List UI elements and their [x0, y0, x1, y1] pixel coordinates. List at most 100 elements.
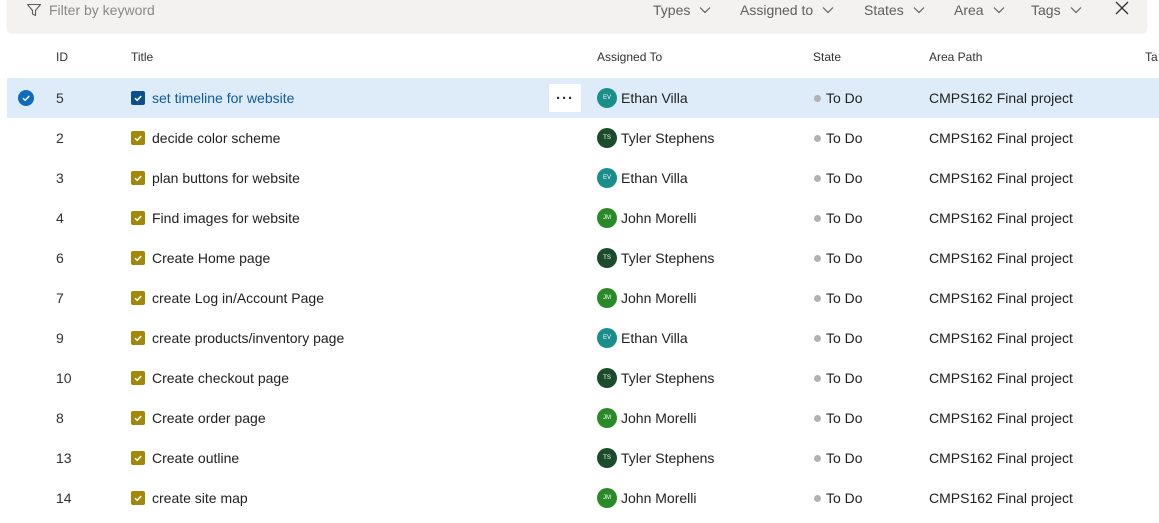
row-title-link[interactable]: plan buttons for website: [152, 170, 300, 186]
table-row[interactable]: 4 Find images for website JM John Morelli To…: [7, 198, 1159, 238]
row-area-path: CMPS162 Final project: [929, 250, 1073, 266]
area-filter-dropdown[interactable]: Area: [954, 0, 1005, 20]
tags-filter-dropdown[interactable]: Tags: [1031, 0, 1082, 20]
assigned-name: John Morelli: [621, 290, 697, 306]
table-row[interactable]: 8 Create order page JM John Morelli To Do CMP…: [7, 398, 1159, 438]
row-title-link[interactable]: Create Home page: [152, 250, 270, 266]
state-dot-icon: [814, 454, 821, 462]
row-title-cell[interactable]: create Log in/Account Page: [131, 278, 324, 318]
task-checkbox-icon: [131, 331, 145, 345]
row-title-cell[interactable]: set timeline for website: [131, 78, 294, 118]
row-state-cell: To Do: [814, 358, 863, 398]
row-id: 9: [56, 330, 64, 346]
table-row[interactable]: 3 plan buttons for website EV Ethan Villa To…: [7, 158, 1159, 198]
row-area-path: CMPS162 Final project: [929, 170, 1073, 186]
row-title-link[interactable]: Create outline: [152, 450, 239, 466]
table-row[interactable]: 5 set timeline for website ··· EV Ethan Vill…: [7, 78, 1159, 118]
row-area-path: CMPS162 Final project: [929, 330, 1073, 346]
row-title-link[interactable]: Create order page: [152, 410, 266, 426]
table-row[interactable]: 9 create products/inventory page EV Ethan V…: [7, 318, 1159, 358]
avatar: TS: [597, 248, 617, 268]
table-row[interactable]: 13 Create outline TS Tyler Stephens To Do CMP…: [7, 438, 1159, 478]
types-filter-dropdown[interactable]: Types: [653, 0, 711, 20]
row-title-link[interactable]: Create checkout page: [152, 370, 289, 386]
row-title-link[interactable]: set timeline for website: [152, 90, 294, 106]
row-assigned-cell: TS Tyler Stephens: [597, 358, 714, 398]
row-title-link[interactable]: decide color scheme: [152, 130, 280, 146]
filter-bar: Types Assigned to States Area Tags: [7, 0, 1147, 32]
row-area-path: CMPS162 Final project: [929, 210, 1073, 226]
assigned-name: Tyler Stephens: [621, 250, 715, 266]
types-filter-label: Types: [653, 2, 691, 18]
row-title-link[interactable]: Find images for website: [152, 210, 300, 226]
chevron-down-icon: [993, 7, 1005, 14]
state-label: To Do: [826, 250, 863, 266]
state-dot-icon: [814, 494, 821, 502]
row-title-link[interactable]: create Log in/Account Page: [152, 290, 324, 306]
table-row[interactable]: 10 Create checkout page TS Tyler Stephens To…: [7, 358, 1159, 398]
column-header-title[interactable]: Title: [131, 50, 153, 64]
state-dot-icon: [814, 94, 821, 102]
table-row[interactable]: 2 decide color scheme TS Tyler Stephens To D…: [7, 118, 1159, 158]
row-title-cell[interactable]: create site map: [131, 478, 248, 518]
table-row[interactable]: 14 create site map JM John Morelli To Do CMPS…: [7, 478, 1159, 518]
column-header-state[interactable]: State: [813, 50, 841, 64]
row-id: 2: [56, 130, 64, 146]
assigned-name: Tyler Stephens: [621, 370, 715, 386]
more-actions-button[interactable]: ···: [549, 84, 581, 112]
state-dot-icon: [814, 134, 821, 142]
row-title-link[interactable]: create site map: [152, 490, 248, 506]
task-checkbox-icon: [131, 251, 145, 265]
row-area-path: CMPS162 Final project: [929, 130, 1073, 146]
row-title-link[interactable]: create products/inventory page: [152, 330, 344, 346]
column-header-assigned[interactable]: Assigned To: [597, 50, 662, 64]
row-title-cell[interactable]: Create Home page: [131, 238, 270, 278]
state-dot-icon: [814, 414, 821, 422]
column-header-area[interactable]: Area Path: [929, 50, 982, 64]
row-assigned-cell: EV Ethan Villa: [597, 158, 688, 198]
state-label: To Do: [826, 90, 863, 106]
column-header-id[interactable]: ID: [56, 50, 68, 64]
row-title-cell[interactable]: decide color scheme: [131, 118, 280, 158]
row-title-cell[interactable]: Create checkout page: [131, 358, 289, 398]
assigned-name: Tyler Stephens: [621, 130, 715, 146]
keyword-filter-input[interactable]: [49, 0, 449, 22]
avatar: EV: [597, 328, 617, 348]
row-id: 13: [56, 450, 72, 466]
row-state-cell: To Do: [814, 398, 863, 438]
assigned-to-filter-dropdown[interactable]: Assigned to: [740, 0, 834, 20]
row-assigned-cell: EV Ethan Villa: [597, 318, 688, 358]
task-checkbox-icon: [131, 91, 145, 105]
chevron-down-icon: [822, 7, 834, 14]
row-title-cell[interactable]: Find images for website: [131, 198, 300, 238]
row-id: 7: [56, 290, 64, 306]
state-label: To Do: [826, 210, 863, 226]
row-id: 6: [56, 250, 64, 266]
table-row[interactable]: 6 Create Home page TS Tyler Stephens To Do CM…: [7, 238, 1159, 278]
tags-filter-label: Tags: [1031, 2, 1061, 18]
row-id: 5: [56, 90, 64, 106]
row-id: 8: [56, 410, 64, 426]
avatar: JM: [597, 488, 617, 508]
row-assigned-cell: JM John Morelli: [597, 398, 696, 438]
row-title-cell[interactable]: Create order page: [131, 398, 266, 438]
row-id: 14: [56, 490, 72, 506]
table-row[interactable]: 7 create Log in/Account Page JM John Morell…: [7, 278, 1159, 318]
column-header-tags[interactable]: Ta: [1145, 50, 1158, 64]
row-title-cell[interactable]: Create outline: [131, 438, 239, 478]
assigned-name: Ethan Villa: [621, 170, 688, 186]
row-title-cell[interactable]: plan buttons for website: [131, 158, 300, 198]
states-filter-dropdown[interactable]: States: [864, 0, 925, 20]
row-assigned-cell: JM John Morelli: [597, 478, 696, 518]
row-area-path: CMPS162 Final project: [929, 370, 1073, 386]
row-assigned-cell: JM John Morelli: [597, 198, 696, 238]
close-filter-icon[interactable]: [1114, 0, 1130, 16]
row-id: 10: [56, 370, 72, 386]
state-label: To Do: [826, 410, 863, 426]
state-dot-icon: [814, 254, 821, 262]
task-checkbox-icon: [131, 451, 145, 465]
row-selected-check-icon[interactable]: [18, 90, 34, 106]
avatar: TS: [597, 448, 617, 468]
state-dot-icon: [814, 214, 821, 222]
row-title-cell[interactable]: create products/inventory page: [131, 318, 344, 358]
